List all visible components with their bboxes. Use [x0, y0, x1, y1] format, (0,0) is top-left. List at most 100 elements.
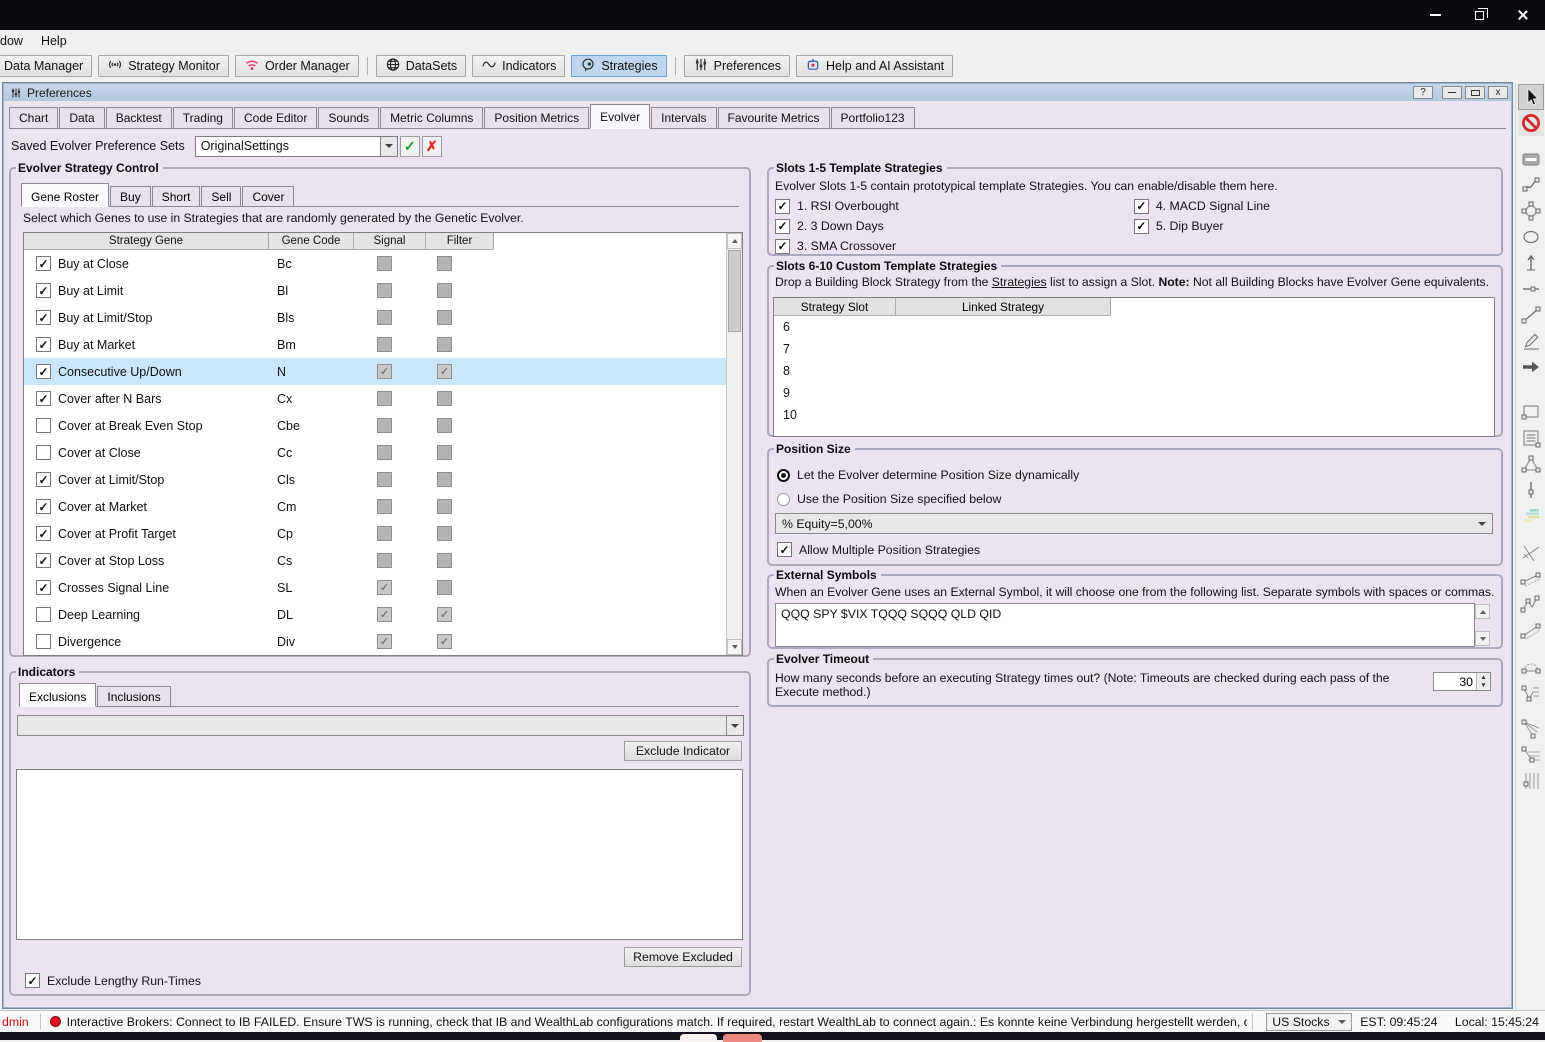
gene-tab-sell[interactable]: Sell: [201, 186, 241, 206]
tab-chart[interactable]: Chart: [9, 107, 58, 128]
arc-icon[interactable]: [1518, 655, 1544, 681]
slot-row-6[interactable]: 6: [774, 316, 1494, 338]
signal-checkbox-icon[interactable]: [377, 310, 392, 325]
checkbox-checked-icon[interactable]: ✓: [36, 580, 51, 595]
tab-metric-columns[interactable]: Metric Columns: [380, 107, 483, 128]
toolbar-button-help-and-ai-assistant[interactable]: Help and AI Assistant: [796, 55, 953, 77]
column-header-signal[interactable]: Signal: [354, 233, 426, 250]
gene-row-cp[interactable]: ✓Cover at Profit TargetCp: [24, 520, 726, 547]
indicators-tab-inclusions[interactable]: Inclusions: [97, 686, 170, 706]
tab-sounds[interactable]: Sounds: [318, 107, 379, 128]
checkbox-checked-icon[interactable]: ✓: [36, 499, 51, 514]
allow-multiple-checkbox-row[interactable]: ✓ Allow Multiple Position Strategies: [777, 542, 980, 557]
gene-tab-short[interactable]: Short: [152, 186, 201, 206]
gene-row-dl[interactable]: Deep LearningDL✓✓: [24, 601, 726, 628]
filter-checkbox-checked-icon[interactable]: ✓: [437, 634, 452, 649]
signal-checkbox-checked-icon[interactable]: ✓: [377, 634, 392, 649]
tab-backtest[interactable]: Backtest: [106, 107, 172, 128]
trend-line-2-icon[interactable]: [1518, 618, 1544, 644]
checkbox-checked-icon[interactable]: ✓: [36, 553, 51, 568]
tab-portfolio123[interactable]: Portfolio123: [831, 107, 915, 128]
gene-row-sl[interactable]: ✓Crosses Signal LineSL✓: [24, 574, 726, 601]
tab-data[interactable]: Data: [59, 107, 104, 128]
scroll-up-icon[interactable]: [1475, 604, 1490, 619]
gene-row-cc[interactable]: Cover at CloseCc: [24, 439, 726, 466]
filter-checkbox-icon[interactable]: [437, 553, 452, 568]
signal-checkbox-icon[interactable]: [377, 526, 392, 541]
checkbox-checked-icon[interactable]: ✓: [36, 526, 51, 541]
tab-evolver[interactable]: Evolver: [590, 104, 650, 129]
signal-checkbox-icon[interactable]: [377, 337, 392, 352]
exclude-indicator-button[interactable]: Exclude Indicator: [624, 741, 742, 761]
checkbox-checked-icon[interactable]: ✓: [25, 973, 40, 988]
filter-checkbox-icon[interactable]: [437, 580, 452, 595]
tab-code-editor[interactable]: Code Editor: [234, 107, 317, 128]
gene-row-cls[interactable]: ✓Cover at Limit/StopCls: [24, 466, 726, 493]
menu-item-help[interactable]: Help: [32, 32, 76, 50]
column-header-filter[interactable]: Filter: [426, 233, 494, 250]
saved-sets-dropdown-button[interactable]: [381, 136, 398, 157]
signal-checkbox-checked-icon[interactable]: ✓: [377, 364, 392, 379]
slot-checkbox-row[interactable]: ✓4. MACD Signal Line: [1134, 196, 1495, 216]
arrow-icon[interactable]: [1518, 354, 1544, 380]
gene-row-bl[interactable]: ✓Buy at LimitBl: [24, 277, 726, 304]
help-button[interactable]: ?: [1413, 86, 1433, 99]
vertical-arrow-icon[interactable]: [1518, 250, 1544, 276]
slot-checkbox-row[interactable]: ✓1. RSI Overbought: [775, 196, 1124, 216]
fan-lines-icon[interactable]: [1518, 716, 1544, 742]
close-icon[interactable]: [1501, 0, 1545, 30]
checkbox-checked-icon[interactable]: ✓: [775, 199, 790, 214]
radio-selected-icon[interactable]: [777, 469, 790, 482]
checkbox-checked-icon[interactable]: ✓: [777, 542, 792, 557]
checkbox-checked-icon[interactable]: ✓: [36, 391, 51, 406]
signal-checkbox-icon[interactable]: [377, 283, 392, 298]
filter-checkbox-checked-icon[interactable]: ✓: [437, 364, 452, 379]
slot-row-9[interactable]: 9: [774, 382, 1494, 404]
filter-checkbox-icon[interactable]: [437, 391, 452, 406]
maximize-button[interactable]: [1465, 86, 1485, 99]
checkbox-checked-icon[interactable]: ✓: [36, 283, 51, 298]
toolbar-button-strategy-monitor[interactable]: Strategy Monitor: [98, 55, 229, 77]
fib-zigzag-icon[interactable]: [1518, 681, 1544, 707]
checkbox-checked-icon[interactable]: ✓: [775, 219, 790, 234]
triangle-icon[interactable]: [1518, 451, 1544, 477]
fib-time-zones-icon[interactable]: [1518, 768, 1544, 794]
timeout-spinner[interactable]: 30 ▲▼: [1433, 672, 1491, 691]
position-size-combobox[interactable]: % Equity=5,00%: [775, 513, 1493, 534]
ellipse-icon[interactable]: [1518, 224, 1544, 250]
slot-row-7[interactable]: 7: [774, 338, 1494, 360]
restore-icon[interactable]: [1457, 0, 1501, 30]
close-button[interactable]: x: [1488, 86, 1508, 99]
slot-row-8[interactable]: 8: [774, 360, 1494, 382]
filter-checkbox-checked-icon[interactable]: ✓: [437, 607, 452, 622]
signal-checkbox-icon[interactable]: [377, 445, 392, 460]
toolbar-button-datasets[interactable]: DataSets: [376, 55, 466, 77]
parallel-channel-icon[interactable]: [1518, 566, 1544, 592]
checkbox-checked-icon[interactable]: ✓: [1134, 199, 1149, 214]
gene-row-cm[interactable]: ✓Cover at MarketCm: [24, 493, 726, 520]
spin-up-icon[interactable]: ▲: [1477, 673, 1490, 682]
pointer-icon[interactable]: [1518, 84, 1544, 110]
minimize-icon[interactable]: [1413, 0, 1457, 30]
market-combobox[interactable]: US Stocks: [1266, 1013, 1352, 1031]
checkbox-checked-icon[interactable]: ✓: [36, 337, 51, 352]
scroll-down-icon[interactable]: [1475, 631, 1490, 646]
strategies-link[interactable]: Strategies: [992, 275, 1047, 289]
checkbox-checked-icon[interactable]: ✓: [775, 239, 790, 254]
zigzag-icon[interactable]: [1518, 592, 1544, 618]
signal-checkbox-icon[interactable]: [377, 553, 392, 568]
remove-excluded-button[interactable]: Remove Excluded: [624, 947, 742, 967]
tab-intervals[interactable]: Intervals: [651, 107, 716, 128]
tab-position-metrics[interactable]: Position Metrics: [484, 107, 589, 128]
gene-row-bc[interactable]: ✓Buy at CloseBc: [24, 250, 726, 277]
trend-line-icon[interactable]: [1518, 302, 1544, 328]
gene-row-n[interactable]: ✓Consecutive Up/DownN✓✓: [24, 358, 726, 385]
filter-checkbox-icon[interactable]: [437, 472, 452, 487]
checkbox-unchecked-icon[interactable]: [36, 418, 51, 433]
indicator-combobox[interactable]: [17, 715, 727, 736]
column-header-strategy-slot[interactable]: Strategy Slot: [774, 298, 896, 316]
gene-tab-buy[interactable]: Buy: [110, 186, 151, 206]
signal-checkbox-icon[interactable]: [377, 418, 392, 433]
radio-unselected-icon[interactable]: [777, 493, 790, 506]
save-set-button[interactable]: ✓: [400, 136, 420, 157]
